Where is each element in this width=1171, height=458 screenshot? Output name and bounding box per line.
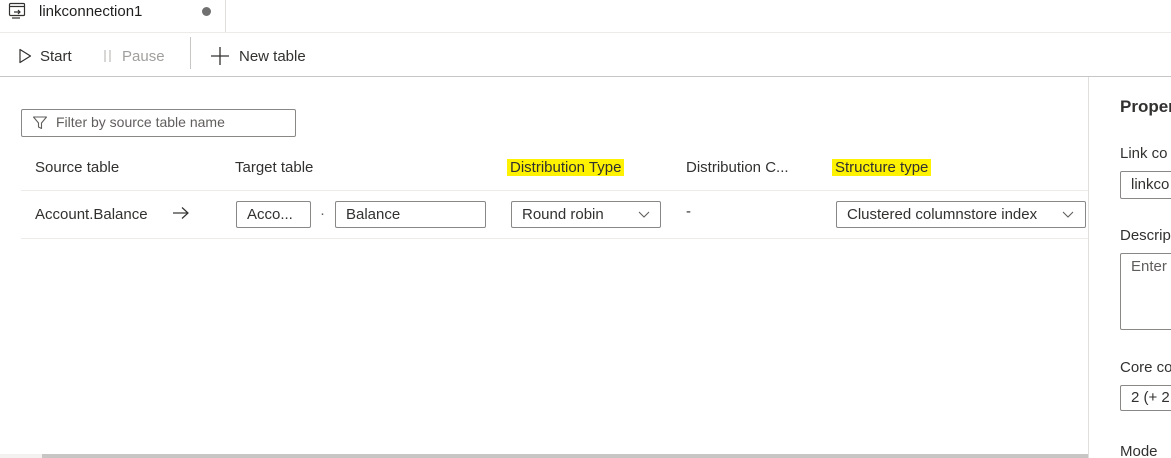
core-count-label: Core co	[1120, 359, 1171, 376]
header-target-table: Target table	[235, 159, 314, 176]
chevron-down-icon	[638, 211, 650, 218]
tab-strip: linkconnection1	[0, 0, 1171, 33]
target-table-input[interactable]: Balance	[335, 201, 486, 228]
core-count-value: 2 (+ 2	[1131, 389, 1170, 406]
distribution-column-cell: -	[686, 203, 691, 220]
play-icon	[19, 48, 32, 64]
link-connection-name-value: linkco	[1131, 176, 1170, 193]
filter-icon	[32, 116, 48, 130]
tab-linkconnection1[interactable]: linkconnection1	[0, 0, 226, 32]
target-schema-input[interactable]: Acco...	[236, 201, 311, 228]
description-input[interactable]: Enter	[1120, 253, 1171, 330]
filter-box	[21, 109, 296, 137]
start-button[interactable]: Start	[18, 45, 72, 67]
tab-label: linkconnection1	[39, 3, 143, 20]
row-divider	[21, 238, 1089, 239]
target-table-value: Balance	[346, 206, 401, 223]
mode-label: Mode	[1120, 443, 1158, 458]
toolbar: Start Pause New table	[0, 33, 1171, 77]
header-structure-type: Structure type	[832, 159, 932, 176]
header-distribution-type-text: Distribution Type	[507, 159, 625, 176]
properties-panel: Proper Link co linkco Descrip Enter Core…	[1089, 77, 1171, 458]
new-table-button[interactable]: New table	[209, 45, 306, 67]
header-distribution-column: Distribution C...	[686, 159, 789, 176]
pipeline-tab-icon	[8, 2, 26, 19]
header-source-table: Source table	[35, 159, 120, 176]
header-distribution-type: Distribution Type	[507, 159, 625, 176]
description-placeholder: Enter	[1131, 258, 1167, 275]
link-connection-label: Link co	[1120, 145, 1168, 162]
distribution-type-dropdown[interactable]: Round robin	[511, 201, 661, 228]
description-label: Descrip	[1120, 227, 1171, 244]
unsaved-indicator	[202, 7, 211, 16]
header-structure-type-text: Structure type	[832, 159, 932, 176]
arrow-right-icon	[173, 207, 189, 219]
start-label: Start	[40, 47, 72, 65]
pause-button[interactable]: Pause	[102, 45, 165, 67]
structure-type-value: Clustered columnstore index	[847, 206, 1038, 223]
table-row: Account.Balance Acco... · Balance Round …	[0, 191, 1088, 238]
source-table-cell: Account.Balance	[35, 206, 148, 223]
schema-separator: ·	[320, 205, 325, 222]
chevron-down-icon	[1062, 211, 1074, 218]
target-schema-value: Acco...	[247, 206, 293, 223]
toolbar-divider	[190, 37, 191, 69]
horizontal-scrollbar-thumb[interactable]	[42, 454, 1088, 458]
core-count-dropdown[interactable]: 2 (+ 2	[1120, 385, 1171, 411]
link-connection-name-input[interactable]: linkco	[1120, 171, 1171, 199]
new-table-label: New table	[239, 47, 306, 65]
distribution-type-value: Round robin	[522, 206, 604, 223]
pause-label: Pause	[122, 47, 165, 65]
pause-icon	[104, 50, 111, 62]
plus-icon	[211, 47, 229, 65]
structure-type-dropdown[interactable]: Clustered columnstore index	[836, 201, 1086, 228]
properties-title: Proper	[1120, 97, 1171, 116]
filter-input[interactable]	[56, 112, 286, 132]
